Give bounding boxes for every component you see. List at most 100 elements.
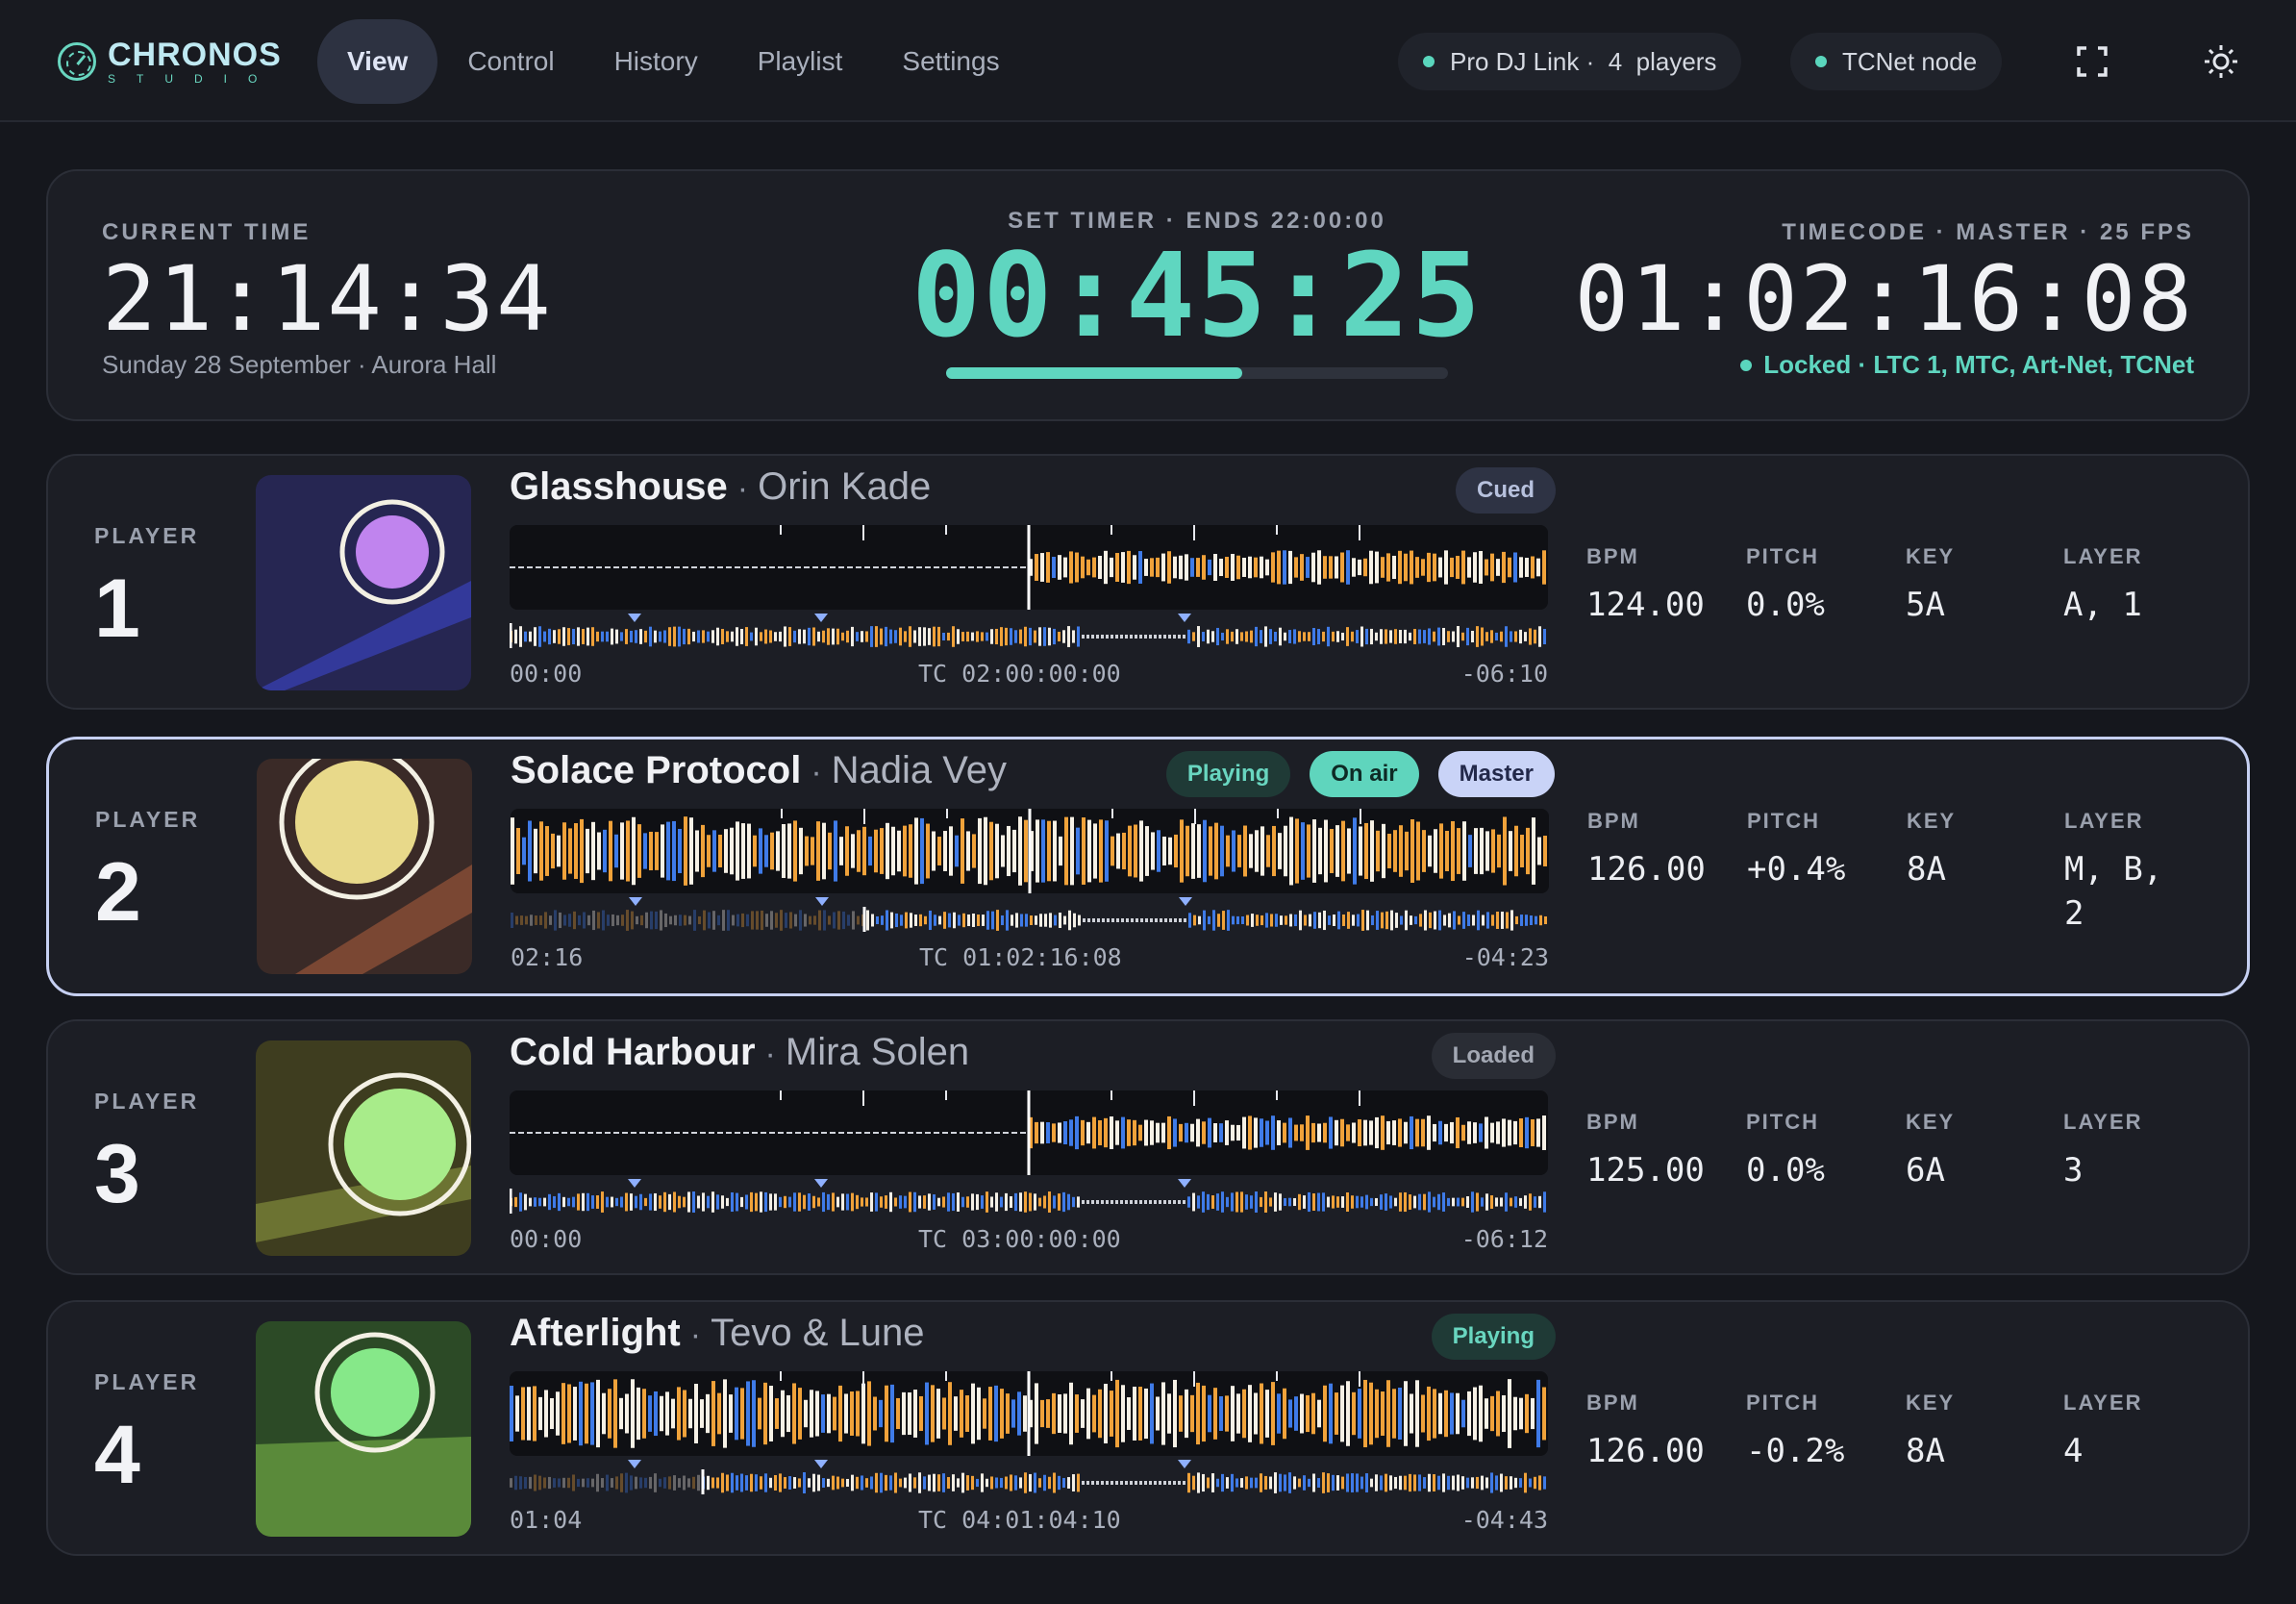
tab-settings[interactable]: Settings [872,19,1029,104]
overview-bar [1111,1481,1113,1485]
overview-bar [732,915,735,926]
cue-marker-icon[interactable] [1178,1460,1191,1468]
waveform-overview[interactable] [510,1460,1548,1494]
overview-bar [1490,630,1493,643]
overview-bar [626,910,629,931]
overview-bar [918,1195,921,1209]
overview-bar [524,1193,527,1211]
overview-bar [1337,911,1340,930]
overview-bar [726,1197,729,1207]
waveform-bar [1369,1120,1373,1145]
overview-bar [1231,631,1234,642]
overview-bar [1043,1195,1046,1209]
overview-bar [1452,631,1455,642]
player-card-4[interactable]: PLAYER 4 Afterlight · Tevo & Lune Playin… [46,1300,2250,1556]
waveform-bar [880,828,884,874]
waveform-bar [1225,1395,1229,1432]
overview-bar [534,627,537,646]
waveform-overview[interactable] [511,897,1549,932]
overview-bar [1477,910,1480,931]
waveform-bar [1416,821,1420,881]
overview-bar [1001,915,1004,926]
overview-bar [1442,1473,1445,1492]
set-timer-progress [946,367,1448,379]
tab-view[interactable]: View [317,19,438,104]
cue-marker-icon[interactable] [1178,614,1191,622]
overview-bar [1000,1196,1003,1208]
overview-bar [1356,630,1359,643]
overview-bar [899,1195,902,1209]
tab-history[interactable]: History [585,19,728,104]
overview-bar [1184,918,1186,922]
overview-bar [635,1195,637,1209]
overview-bar [678,626,681,647]
pro-dj-link-status[interactable]: Pro DJ Link · 4 players [1398,33,1742,90]
key-value: 8A [1906,1432,1945,1470]
cue-marker-icon[interactable] [814,1460,828,1468]
theme-toggle-button[interactable] [2198,38,2244,85]
cue-marker-icon[interactable] [628,1460,641,1468]
overview-bar [886,910,888,931]
waveform-overview[interactable] [510,614,1548,648]
cue-marker-icon[interactable] [814,614,828,622]
waveform-overview[interactable] [510,1179,1548,1214]
waveform-bar [1490,1122,1494,1143]
overview-bar [803,1472,806,1493]
waveform-zoom[interactable] [510,1090,1548,1175]
fullscreen-button[interactable] [2069,38,2115,85]
player-card-2[interactable]: PLAYER 2 Solace Protocol · Nadia Vey Pla… [46,737,2250,996]
waveform-bar [1063,557,1067,578]
overview-bar [957,1478,960,1488]
waveform-zoom[interactable] [510,525,1548,610]
overview-bar [1371,915,1374,926]
overview-bar [899,627,902,646]
tcnet-node-status[interactable]: TCNet node [1790,33,2003,90]
overview-bar [904,631,907,642]
overview-bar [793,630,796,643]
waveform-zoom[interactable] [511,809,1549,893]
waveform-bar [1536,1118,1540,1147]
cue-marker-icon[interactable] [628,1179,641,1188]
player-label: PLAYER [94,1369,200,1394]
overview-bar [1500,1473,1503,1492]
waveform-bar [1260,826,1264,876]
overview-bar [1442,627,1445,646]
waveform-bar [1496,1391,1500,1437]
cue-marker-icon[interactable] [1178,1179,1191,1188]
tab-control[interactable]: Control [437,19,584,104]
waveform-bar [684,816,687,886]
overview-bar [1111,635,1113,639]
overview-bar [1163,1481,1166,1485]
waveform-bar [602,1392,606,1435]
cue-marker-icon[interactable] [815,897,829,906]
overview-bar [697,1474,700,1491]
waveform-bar [1485,559,1488,576]
overview-bar [1510,631,1512,642]
overview-bar [1197,626,1200,647]
player-card-1[interactable]: PLAYER 1 Glasshouse · Orin Kade Cued 00:… [46,454,2250,710]
overview-bar [1317,1192,1320,1212]
tab-playlist[interactable]: Playlist [728,19,873,104]
cue-marker-icon[interactable] [814,1179,828,1188]
overview-bar [1005,1476,1008,1490]
overview-bar [1328,915,1331,925]
overview-bar [538,626,541,647]
overview-bar [836,1476,839,1490]
cue-marker-icon[interactable] [628,614,641,622]
overview-bar [1187,1196,1190,1208]
waveform-bar [1011,1399,1015,1428]
waveform-bar [1340,1118,1344,1147]
waveform-bar [1468,835,1472,867]
player-card-3[interactable]: PLAYER 3 Cold Harbour · Mira Solen Loade… [46,1019,2250,1275]
waveform-bar [1087,819,1091,883]
cue-marker-icon[interactable] [629,897,642,906]
overview-bar [649,626,652,647]
cue-marker-icon[interactable] [1179,897,1192,906]
overview-bar [1168,1200,1171,1204]
layer-value: 3 [2063,1151,2084,1190]
waveform-zoom[interactable] [510,1371,1548,1456]
overview-bar [1111,1200,1113,1204]
overview-bar [812,1195,815,1209]
overview-bar [1029,1473,1032,1492]
overview-bar [1135,1481,1137,1485]
